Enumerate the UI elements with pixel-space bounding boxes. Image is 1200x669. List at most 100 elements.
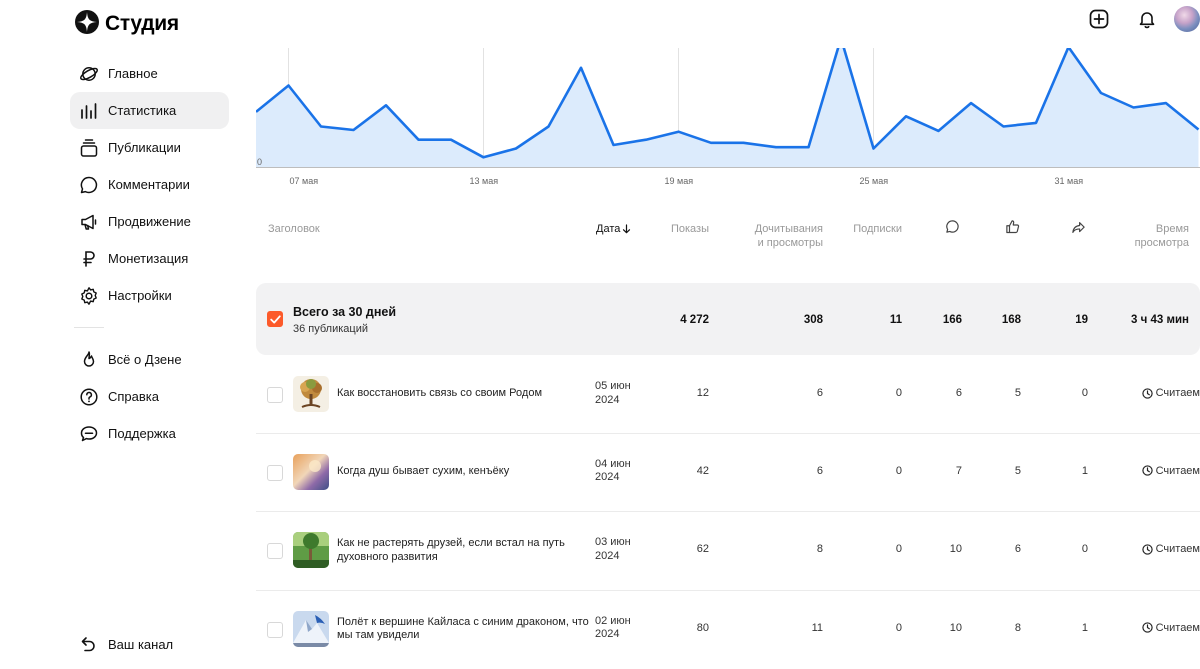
summary-likes: 168 — [1002, 314, 1021, 326]
y-zero-label: 0 — [257, 157, 262, 167]
date-year: 2024 — [595, 628, 645, 642]
clock-icon — [1142, 622, 1153, 633]
publication-title[interactable]: Как восстановить связь со своим Родом — [337, 387, 597, 401]
sidebar-item-settings[interactable]: Настройки — [70, 277, 229, 314]
summary-views: 4 272 — [680, 314, 709, 326]
clock-icon — [1142, 465, 1153, 476]
row-comments: 10 — [950, 622, 962, 634]
sidebar-item-label: Ваш канал — [108, 637, 173, 652]
help-icon — [79, 387, 99, 407]
row-checkbox[interactable] — [267, 465, 283, 481]
table-row[interactable]: Как восстановить связь со своим Родом 05… — [256, 355, 1200, 434]
date-day: 03 июн — [595, 536, 645, 550]
sidebar-item-label: Всё о Дзене — [108, 352, 182, 367]
publication-thumbnail[interactable] — [293, 532, 329, 568]
row-subscriptions: 0 — [896, 465, 902, 477]
publication-title[interactable]: Когда душ бывает сухим, кенъёку — [337, 465, 597, 479]
publication-date: 05 июн 2024 — [595, 380, 645, 407]
row-shares: 1 — [1082, 622, 1088, 634]
header-time-line2: просмотра — [1135, 236, 1189, 250]
row-checkbox[interactable] — [267, 387, 283, 403]
sidebar-item-home[interactable]: Главное — [70, 55, 229, 92]
checkmark-icon — [270, 315, 281, 324]
publication-thumbnail[interactable] — [293, 454, 329, 490]
header-views[interactable]: Показы — [671, 222, 709, 236]
row-reads: 11 — [812, 622, 823, 634]
header-subscriptions[interactable]: Подписки — [853, 222, 902, 236]
sidebar-item-comments[interactable]: Комментарии — [70, 166, 229, 203]
date-year: 2024 — [595, 550, 645, 564]
ruble-icon — [79, 249, 99, 269]
bell-icon — [1137, 9, 1157, 29]
sidebar-channel-link-wrap: Ваш канал — [70, 626, 229, 663]
row-views: 12 — [697, 387, 709, 399]
row-watch-time: Считаем — [1142, 387, 1200, 399]
table-row[interactable]: Когда душ бывает сухим, кенъёку 04 июн 2… — [256, 434, 1200, 513]
row-watch-time: Считаем — [1142, 465, 1200, 477]
summary-shares: 19 — [1075, 314, 1088, 326]
clock-icon — [1142, 388, 1153, 399]
create-button[interactable] — [1086, 6, 1112, 32]
sidebar-item-help[interactable]: Справка — [70, 378, 229, 415]
x-tick-label: 25 мая — [860, 176, 889, 186]
table-row[interactable]: Полёт к вершине Кайласа с синим драконом… — [256, 591, 1200, 669]
row-checkbox[interactable] — [267, 622, 283, 638]
date-day: 04 июн — [595, 458, 645, 472]
summary-reads: 308 — [804, 314, 823, 326]
sidebar-item-monetization[interactable]: Монетизация — [70, 240, 229, 277]
publication-date: 04 июн 2024 — [595, 458, 645, 485]
row-likes: 5 — [1015, 465, 1021, 477]
arrow-down-icon — [622, 224, 631, 234]
sidebar-item-label: Продвижение — [108, 214, 191, 229]
header-time-line1: Время — [1135, 222, 1189, 236]
plus-square-icon — [1089, 9, 1109, 29]
header-reads-line1: Дочитывания — [755, 222, 823, 236]
row-likes: 6 — [1015, 543, 1021, 555]
avatar[interactable] — [1174, 6, 1200, 32]
sidebar-item-label: Статистика — [108, 103, 176, 118]
header-reads[interactable]: Дочитывания и просмотры — [755, 222, 823, 250]
publications-table: Заголовок Дата Показы Дочитывания и прос… — [256, 200, 1200, 669]
publication-thumbnail[interactable] — [293, 376, 329, 412]
header-title[interactable]: Заголовок — [268, 222, 320, 236]
row-subscriptions: 0 — [896, 387, 902, 399]
header-shares[interactable] — [1071, 220, 1086, 239]
notifications-button[interactable] — [1134, 6, 1160, 32]
sidebar-item-label: Справка — [108, 389, 159, 404]
studio-logo[interactable]: Студия — [75, 11, 179, 37]
sidebar-item-promotion[interactable]: Продвижение — [70, 203, 229, 240]
table-row[interactable]: Как не растерять друзей, если встал на п… — [256, 512, 1200, 591]
date-year: 2024 — [595, 471, 645, 485]
publication-thumbnail[interactable] — [293, 611, 329, 647]
row-watch-time: Считаем — [1142, 622, 1200, 634]
header-date-label: Дата — [596, 222, 620, 236]
chart-area — [256, 48, 1199, 167]
sidebar-item-support[interactable]: Поддержка — [70, 415, 229, 452]
planet-icon — [79, 64, 99, 84]
bar-chart-icon — [79, 101, 99, 121]
header-comments[interactable] — [945, 219, 960, 238]
sidebar-item-label: Главное — [108, 66, 158, 81]
row-reads: 6 — [817, 387, 823, 399]
publication-title[interactable]: Как не растерять друзей, если встал на п… — [337, 537, 597, 564]
sidebar-item-label: Поддержка — [108, 426, 176, 441]
app-title: Студия — [105, 12, 179, 36]
row-comments: 6 — [956, 387, 962, 399]
your-channel-link[interactable]: Ваш канал — [70, 626, 229, 663]
summary-row[interactable]: Всего за 30 дней 36 публикаций 4 272 308… — [256, 283, 1200, 355]
summary-comments: 166 — [943, 314, 962, 326]
sidebar-item-about-zen[interactable]: Всё о Дзене — [70, 341, 229, 378]
date-day: 02 июн — [595, 615, 645, 629]
comment-icon — [79, 175, 99, 195]
publication-title[interactable]: Полёт к вершине Кайласа с синим драконом… — [337, 616, 597, 643]
row-comments: 7 — [956, 465, 962, 477]
row-checkbox[interactable] — [267, 543, 283, 559]
header-date[interactable]: Дата — [596, 222, 631, 236]
header-watch-time[interactable]: Время просмотра — [1135, 222, 1189, 250]
thumb-up-icon — [1005, 219, 1020, 234]
sidebar-item-publications[interactable]: Публикации — [70, 129, 229, 166]
summary-checkbox[interactable] — [267, 311, 283, 327]
header-likes[interactable] — [1005, 219, 1020, 238]
chart-svg: 0 07 мая13 мая19 мая25 мая31 мая05 июн — [256, 48, 1200, 188]
sidebar-item-statistics[interactable]: Статистика — [70, 92, 229, 129]
